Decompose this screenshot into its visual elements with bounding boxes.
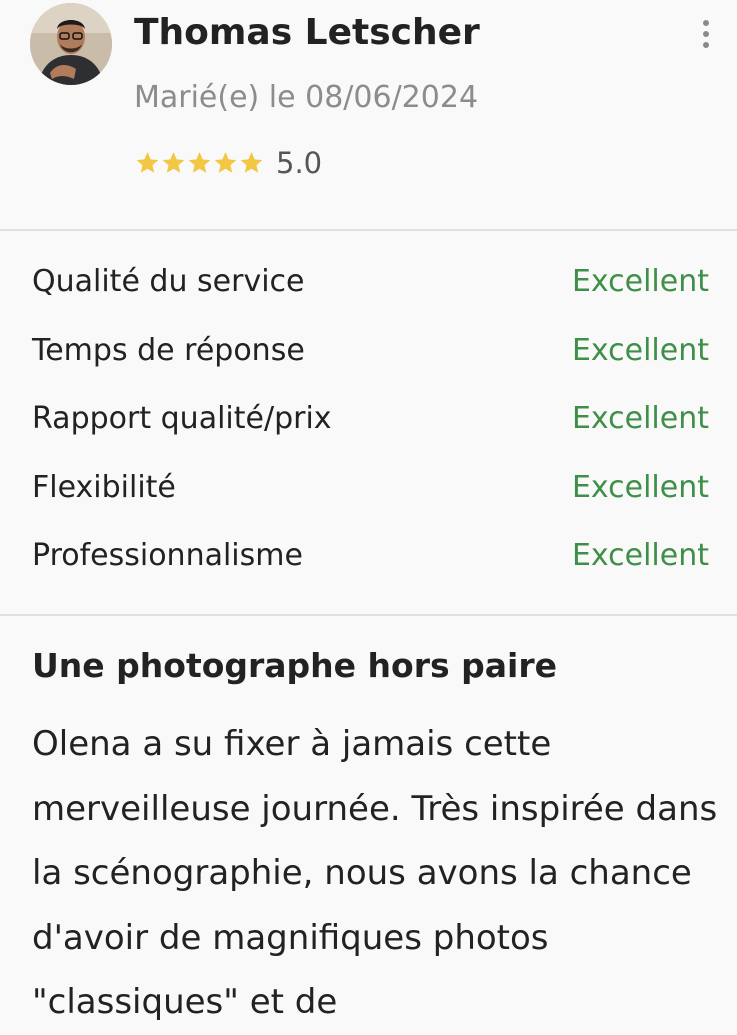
review-header: Thomas Letscher Marié(e) le 08/06/2024 5… [0,0,737,230]
rating-value: 5.0 [276,146,323,180]
star-icon [136,152,159,173]
review-body: Olena a su fixer à jamais cette merveill… [32,724,718,1022]
star-icon [162,152,185,173]
divider [0,614,737,616]
criterion-value: Excellent [571,538,709,573]
criterion-label: Temps de réponse [32,332,305,368]
star-rating [134,150,264,176]
reviewer-avatar[interactable] [30,3,112,85]
criterion-label: Qualité du service [32,264,305,299]
more-vertical-icon[interactable] [694,20,718,54]
married-date: Marié(e) le 08/06/2024 [134,80,479,115]
star-icon [188,152,211,173]
criterion-label: Professionnalisme [32,538,303,573]
review-title: Une photographe hors paire [32,646,557,685]
criteria-list: Qualité du service Excellent Temps de répo… [0,252,737,595]
criterion-value: Excellent [571,264,709,299]
criterion-row: Qualité du service Excellent [0,252,737,321]
criterion-row: Professionnalisme Excellent [0,526,737,595]
criterion-value: Excellent [571,332,709,368]
criterion-row: Rapport qualité/prix Excellent [0,389,737,458]
criterion-row: Flexibilité Excellent [0,458,737,527]
rating: 5.0 [134,143,322,183]
criterion-label: Flexibilité [32,469,176,505]
criterion-row: Temps de réponse Excellent [0,321,737,390]
reviewer-name: Thomas Letscher [134,12,480,53]
criterion-label: Rapport qualité/prix [32,401,332,436]
criterion-value: Excellent [571,401,709,436]
star-icon [240,152,263,173]
divider [0,229,737,231]
criterion-value: Excellent [571,469,709,505]
star-icon [214,152,237,173]
